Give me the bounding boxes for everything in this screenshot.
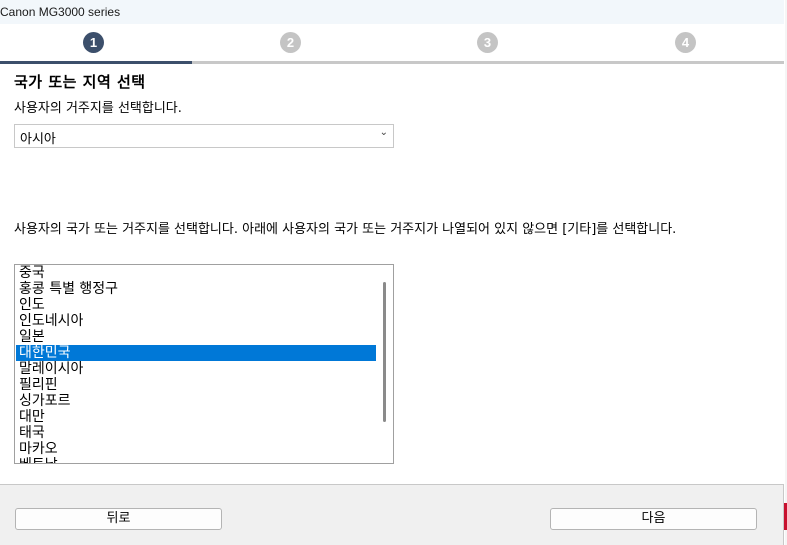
country-list-item[interactable]: 필리핀 [16, 377, 376, 393]
step-2-marker: 2 [280, 32, 301, 53]
step-indicator: 1 2 3 4 [0, 24, 784, 64]
window-title: Canon MG3000 series [0, 5, 121, 19]
next-button[interactable]: 다음 [550, 508, 757, 530]
page-title: 국가 또는 지역 선택 [14, 73, 146, 91]
country-list-item[interactable]: 마카오 [16, 441, 376, 457]
country-instruction: 사용자의 국가 또는 거주지를 선택합니다. 아래에 사용자의 국가 또는 거주… [14, 222, 677, 237]
country-list-item[interactable]: 인도 [16, 297, 376, 313]
footer-divider [0, 484, 784, 485]
chevron-down-icon: ⌄ [379, 127, 388, 138]
main-content: 국가 또는 지역 선택 사용자의 거주지를 선택합니다. 아시아 ⌄ 사용자의 … [0, 64, 784, 484]
installer-window: Canon MG3000 series 1 2 3 4 국가 또는 지역 선택 … [0, 0, 784, 545]
list-scrollbar[interactable] [376, 265, 393, 463]
country-list-item[interactable]: 대만 [16, 409, 376, 425]
country-list-item[interactable]: 베트남 [16, 457, 376, 463]
title-bar: Canon MG3000 series [0, 0, 784, 24]
country-list-item[interactable]: 중국 [16, 265, 376, 281]
country-list-item[interactable]: 일본 [16, 329, 376, 345]
region-dropdown[interactable]: 아시아 ⌄ [14, 124, 394, 148]
country-list-item[interactable]: 싱가포르 [16, 393, 376, 409]
country-listbox[interactable]: 중국 홍콩 특별 행정구 인도 인도네시아 일본 대한민국 말레이시아 필리핀 싱가포르 대만 태국… [14, 264, 394, 464]
country-list-item[interactable]: 대한민국 [16, 345, 376, 361]
country-list-item[interactable]: 홍콩 특별 행정구 [16, 281, 376, 297]
country-list-item[interactable]: 인도네시아 [16, 313, 376, 329]
list-scrollbar-thumb[interactable] [383, 282, 386, 422]
step-1-marker: 1 [83, 32, 104, 53]
page-subtitle: 사용자의 거주지를 선택합니다. [14, 101, 182, 116]
country-list-item[interactable]: 말레이시아 [16, 361, 376, 377]
country-list-item[interactable]: 태국 [16, 425, 376, 441]
back-button[interactable]: 뒤로 [15, 508, 222, 530]
region-dropdown-value: 아시아 [20, 132, 56, 147]
step-4-marker: 4 [675, 32, 696, 53]
step-3-marker: 3 [477, 32, 498, 53]
